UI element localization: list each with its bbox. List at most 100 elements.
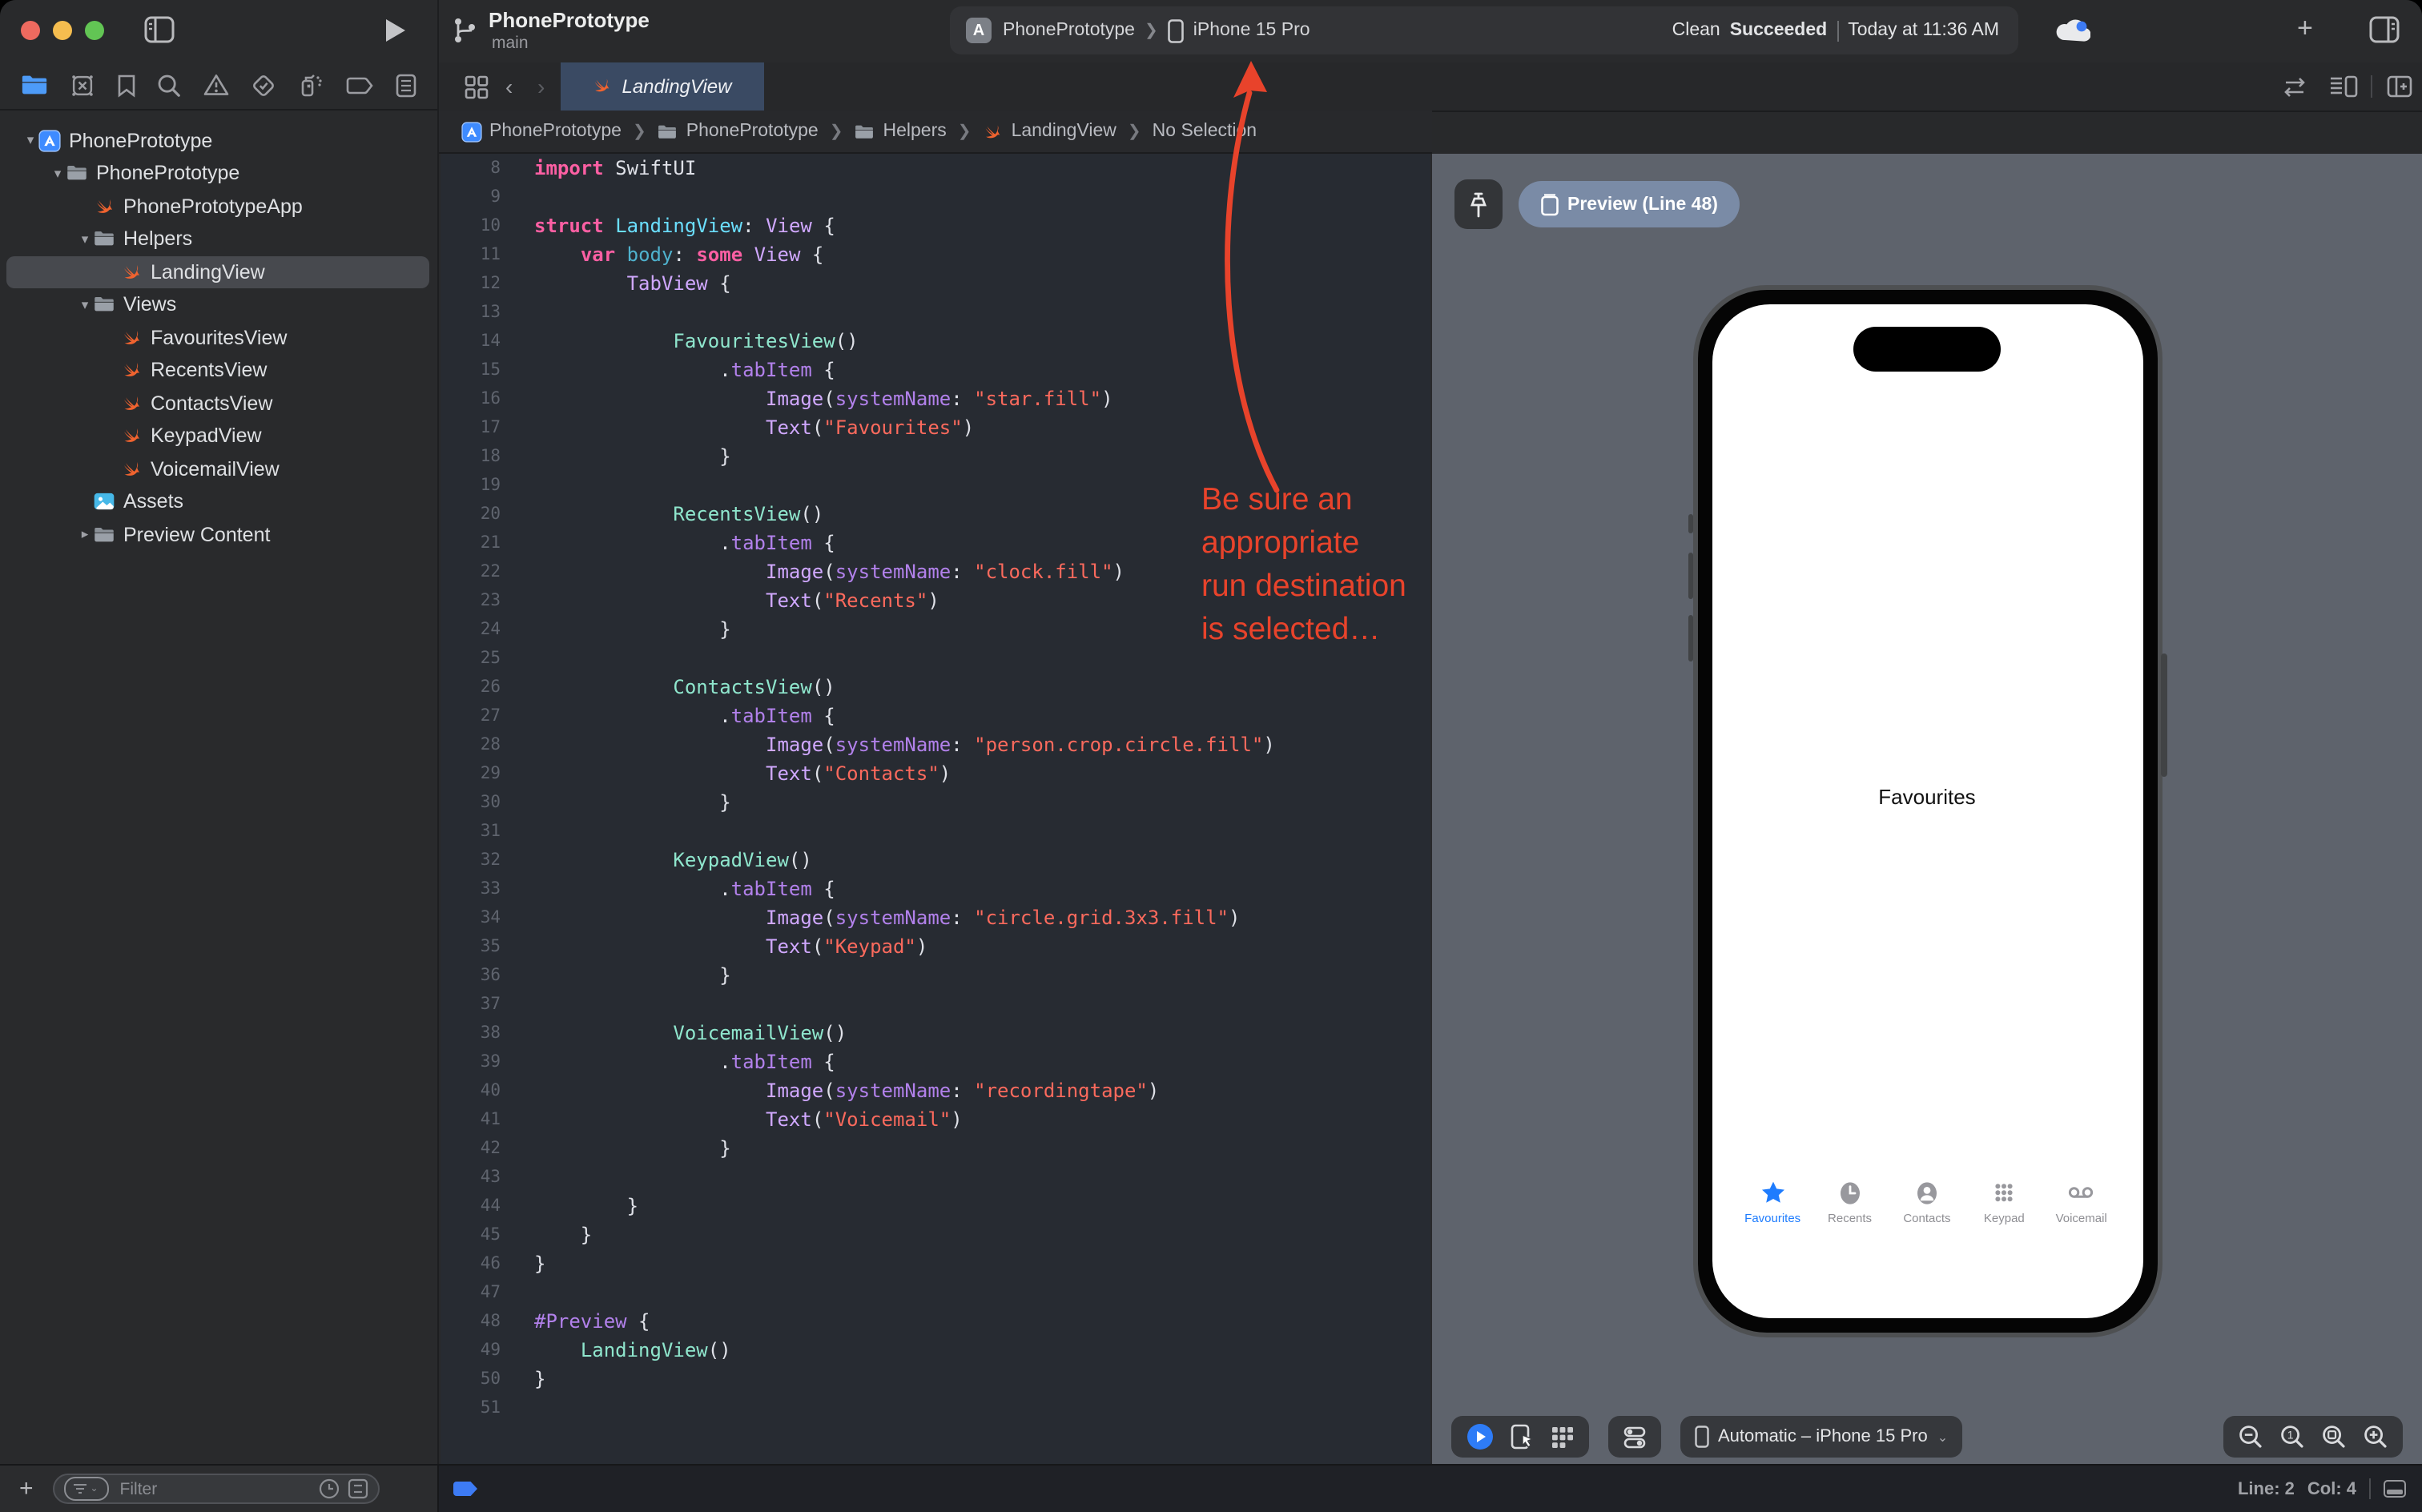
code-line-44[interactable]: 44 } — [440, 1192, 1430, 1220]
code-line-15[interactable]: 15 .tabItem { — [440, 356, 1430, 384]
swap-editor-icon[interactable] — [2280, 76, 2307, 97]
code-line-39[interactable]: 39 .tabItem { — [440, 1048, 1430, 1076]
code-line-30[interactable]: 30 } — [440, 788, 1430, 817]
editor-options-icon[interactable] — [2328, 74, 2357, 97]
variants-button[interactable] — [1550, 1425, 1574, 1449]
chevron-right-icon[interactable]: ▸ — [77, 526, 93, 544]
chevron-down-icon[interactable]: ▾ — [77, 296, 93, 314]
code-line-36[interactable]: 36 } — [440, 961, 1430, 990]
code-line-51[interactable]: 51 — [440, 1393, 1430, 1422]
preview-device-selector[interactable]: Automatic – iPhone 15 Pro ⌄ — [1680, 1416, 1962, 1458]
tab-landingview[interactable]: LandingView — [560, 62, 763, 111]
breadcrumb-item[interactable]: Helpers — [855, 121, 947, 142]
toggle-left-sidebar-icon[interactable] — [144, 16, 175, 43]
test-navigator-icon[interactable] — [251, 74, 276, 98]
add-file-button[interactable]: + — [19, 1475, 34, 1502]
forward-button[interactable]: › — [537, 73, 545, 99]
breadcrumb-item[interactable]: LandingView — [983, 121, 1116, 142]
add-tab-button[interactable]: + — [2297, 13, 2313, 45]
code-line-49[interactable]: 49 LandingView() — [440, 1336, 1430, 1365]
zoom-out-button[interactable] — [2238, 1424, 2263, 1450]
zoom-fit-button[interactable] — [2321, 1424, 2347, 1450]
code-line-18[interactable]: 18 } — [440, 442, 1430, 471]
preview-badge[interactable]: Preview (Line 48) — [1518, 181, 1740, 227]
code-line-35[interactable]: 35 Text("Keypad") — [440, 932, 1430, 961]
code-line-8[interactable]: 8import SwiftUI — [440, 154, 1430, 183]
sidebar-item-assets[interactable]: Assets — [0, 485, 437, 518]
code-line-37[interactable]: 37 — [440, 990, 1430, 1019]
code-line-40[interactable]: 40 Image(systemName: "recordingtape") — [440, 1076, 1430, 1105]
code-line-42[interactable]: 42 } — [440, 1134, 1430, 1163]
selectable-preview-button[interactable] — [1510, 1424, 1534, 1450]
window-close-button[interactable] — [21, 21, 40, 40]
toggle-right-sidebar-icon[interactable] — [2369, 16, 2400, 43]
zoom-in-button[interactable] — [2363, 1424, 2388, 1450]
add-editor-icon[interactable] — [2386, 74, 2412, 97]
phone-tab-favourites[interactable]: Favourites — [1736, 1180, 1809, 1225]
phone-tab-voicemail[interactable]: Voicemail — [2045, 1180, 2118, 1225]
zoom-100-button[interactable]: 1 — [2279, 1424, 2305, 1450]
window-minimize-button[interactable] — [53, 21, 72, 40]
code-line-45[interactable]: 45 } — [440, 1220, 1430, 1249]
code-line-12[interactable]: 12 TabView { — [440, 269, 1430, 298]
breadcrumb-item[interactable]: No Selection — [1153, 122, 1257, 141]
code-line-33[interactable]: 33 .tabItem { — [440, 875, 1430, 903]
code-line-16[interactable]: 16 Image(systemName: "star.fill") — [440, 384, 1430, 413]
code-line-29[interactable]: 29 Text("Contacts") — [440, 759, 1430, 788]
code-line-43[interactable]: 43 — [440, 1163, 1430, 1192]
device-settings-button[interactable] — [1622, 1425, 1646, 1449]
sidebar-item-recentsview[interactable]: RecentsView — [0, 354, 437, 387]
pin-preview-button[interactable] — [1454, 179, 1502, 229]
phone-tab-keypad[interactable]: Keypad — [1967, 1180, 2041, 1225]
related-items-icon[interactable] — [464, 74, 488, 99]
scheme-selector[interactable]: A PhonePrototype ❯ iPhone 15 Pro Clean S… — [950, 6, 2018, 54]
bookmarks-navigator-icon[interactable] — [116, 74, 135, 98]
code-line-28[interactable]: 28 Image(systemName: "person.crop.circle… — [440, 730, 1430, 759]
code-line-13[interactable]: 13 — [440, 298, 1430, 327]
source-control-navigator-icon[interactable] — [70, 74, 94, 98]
code-line-48[interactable]: 48#Preview { — [440, 1307, 1430, 1336]
code-line-34[interactable]: 34 Image(systemName: "circle.grid.3x3.fi… — [440, 903, 1430, 932]
chevron-down-icon[interactable]: ▾ — [77, 231, 93, 248]
code-line-11[interactable]: 11 var body: some View { — [440, 240, 1430, 269]
run-button[interactable] — [384, 18, 407, 43]
code-line-38[interactable]: 38 VoicemailView() — [440, 1019, 1430, 1048]
project-navigator-icon[interactable] — [21, 74, 48, 97]
sidebar-item-phoneprototypeapp[interactable]: PhonePrototypeApp — [0, 190, 437, 223]
phone-tab-recents[interactable]: Recents — [1813, 1180, 1887, 1225]
code-line-50[interactable]: 50} — [440, 1365, 1430, 1393]
breadcrumb-item[interactable]: PhonePrototype — [658, 121, 819, 142]
code-line-41[interactable]: 41 Text("Voicemail") — [440, 1105, 1430, 1134]
code-editor[interactable]: 8import SwiftUI910struct LandingView: Vi… — [440, 154, 1430, 1464]
code-line-32[interactable]: 32 KeypadView() — [440, 846, 1430, 875]
scheme-target[interactable]: PhonePrototype — [1003, 21, 1135, 40]
live-preview-button[interactable] — [1465, 1422, 1494, 1451]
code-line-9[interactable]: 9 — [440, 183, 1430, 211]
find-navigator-icon[interactable] — [158, 74, 182, 98]
chevron-down-icon[interactable]: ▾ — [22, 132, 38, 150]
breakpoint-tag-icon[interactable] — [453, 1482, 477, 1496]
phone-tab-contacts[interactable]: Contacts — [1890, 1180, 1964, 1225]
debug-navigator-icon[interactable] — [298, 73, 324, 99]
sidebar-item-voicemailview[interactable]: VoicemailView — [0, 452, 437, 485]
back-button[interactable]: ‹ — [505, 73, 513, 99]
code-line-47[interactable]: 47 — [440, 1278, 1430, 1307]
sidebar-item-phoneprototype[interactable]: ▾PhonePrototype — [0, 157, 437, 190]
sidebar-item-phoneprototype[interactable]: ▾PhonePrototype — [0, 124, 437, 157]
code-line-31[interactable]: 31 — [440, 817, 1430, 846]
scm-status-filter-icon[interactable] — [348, 1478, 368, 1499]
filter-input[interactable] — [117, 1478, 284, 1500]
code-line-46[interactable]: 46} — [440, 1249, 1430, 1278]
run-destination[interactable]: iPhone 15 Pro — [1193, 21, 1310, 40]
code-line-26[interactable]: 26 ContactsView() — [440, 673, 1430, 702]
sidebar-item-favouritesview[interactable]: FavouritesView — [0, 321, 437, 354]
code-line-10[interactable]: 10struct LandingView: View { — [440, 211, 1430, 240]
code-line-27[interactable]: 27 .tabItem { — [440, 702, 1430, 730]
breakpoint-navigator-icon[interactable] — [345, 77, 372, 94]
sidebar-item-helpers[interactable]: ▾Helpers — [0, 223, 437, 255]
window-zoom-button[interactable] — [85, 21, 104, 40]
activity-status[interactable]: Clean Succeeded Today at 11:36 AM — [1672, 20, 1999, 41]
sidebar-item-views[interactable]: ▾Views — [0, 288, 437, 321]
breadcrumb-item[interactable]: PhonePrototype — [461, 121, 622, 142]
issue-navigator-icon[interactable] — [203, 74, 229, 97]
